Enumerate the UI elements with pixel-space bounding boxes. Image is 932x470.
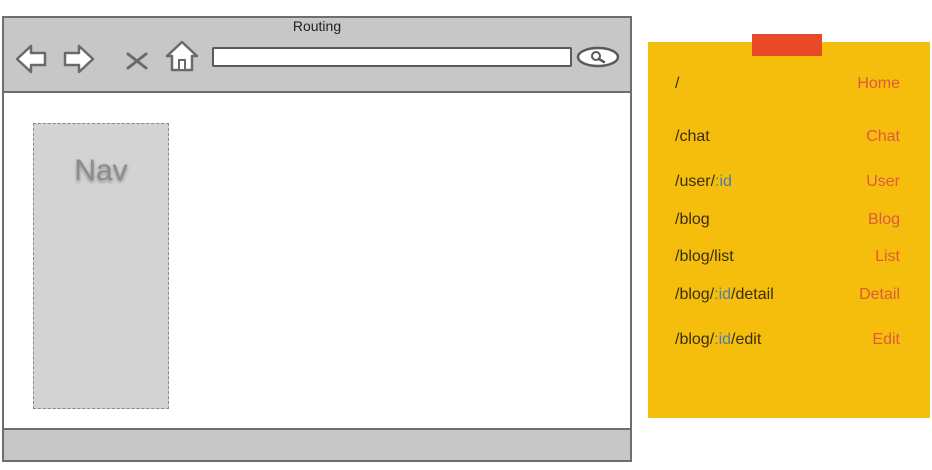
route-name: Chat <box>866 128 900 145</box>
sticky-note: / Home /chat Chat /user/:id User /blog B… <box>648 34 930 418</box>
route-row: / Home <box>648 75 930 97</box>
page-content: Nav <box>4 93 630 428</box>
route-name: Detail <box>859 286 900 303</box>
search-icon[interactable] <box>576 46 620 68</box>
address-bar-input[interactable] <box>212 47 572 67</box>
route-name: Edit <box>872 331 900 348</box>
close-icon[interactable] <box>124 48 150 74</box>
window-title: Routing <box>292 18 342 34</box>
route-row: /chat Chat <box>648 128 930 150</box>
route-path: / <box>675 75 680 92</box>
home-icon[interactable] <box>164 38 200 74</box>
route-path: /blog/:id/detail <box>675 286 774 303</box>
route-param: :id <box>714 331 732 348</box>
route-path: /user/:id <box>675 173 732 190</box>
route-path: /blog <box>675 211 710 228</box>
route-path: /blog/list <box>675 248 734 265</box>
route-param: :id <box>714 286 732 303</box>
route-name: Blog <box>867 211 900 228</box>
route-row: /user/:id User <box>648 173 930 195</box>
route-name: User <box>866 173 900 190</box>
status-bar <box>4 428 630 460</box>
route-name: Home <box>857 75 900 92</box>
route-row: /blog/list List <box>648 248 930 270</box>
route-path: /blog/:id/edit <box>675 331 762 348</box>
route-row: /blog/:id/detail Detail <box>648 286 930 308</box>
nav-panel-label: Nav <box>74 154 128 187</box>
route-row: /blog Blog <box>648 211 930 233</box>
back-arrow-icon[interactable] <box>14 42 48 76</box>
browser-toolbar: Routing <box>4 18 630 93</box>
route-path: /chat <box>675 128 710 145</box>
browser-window: Routing Nav <box>2 16 632 462</box>
nav-panel: Nav <box>33 123 169 409</box>
route-row: /blog/:id/edit Edit <box>648 331 930 353</box>
route-param: :id <box>715 173 732 190</box>
forward-arrow-icon[interactable] <box>62 42 96 76</box>
tape <box>752 34 822 56</box>
route-name: List <box>875 248 900 265</box>
